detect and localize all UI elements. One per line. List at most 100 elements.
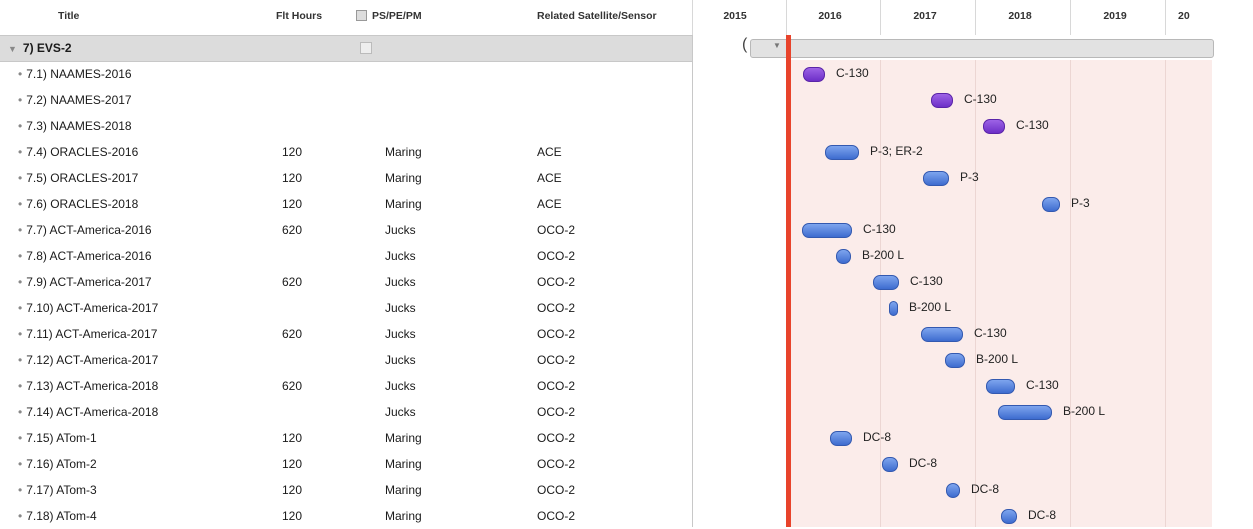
table-row[interactable]: • 7.17) ATom-3 120 Maring OCO-2 xyxy=(0,477,693,503)
row-title-text: 7.14) ACT-America-2018 xyxy=(26,405,159,419)
bullet-icon: • xyxy=(18,197,23,211)
row-flt-hours: 120 xyxy=(282,145,303,159)
table-row[interactable]: • 7.6) ORACLES-2018 120 Maring ACE xyxy=(0,191,693,217)
table-row[interactable]: • 7.1) NAAMES-2016 xyxy=(0,61,693,87)
row-title: • 7.9) ACT-America-2017 xyxy=(18,275,152,289)
gantt-bar[interactable] xyxy=(1001,509,1017,524)
group-row-evs2[interactable]: ▼ 7) EVS-2 xyxy=(0,35,693,62)
gantt-bar-label: B-200 L xyxy=(909,300,952,314)
gantt-bar[interactable] xyxy=(1042,197,1060,212)
gantt-bar[interactable] xyxy=(923,171,949,186)
gantt-bar[interactable] xyxy=(945,353,965,368)
table-row[interactable]: • 7.7) ACT-America-2016 620 Jucks OCO-2 xyxy=(0,217,693,243)
row-title-text: 7.16) ATom-2 xyxy=(26,457,97,471)
gantt-bar-label: DC-8 xyxy=(971,482,1000,496)
gantt-bar-label: P-3 xyxy=(1071,196,1090,210)
group-summary-bar[interactable] xyxy=(750,39,1214,58)
table-row[interactable]: • 7.2) NAAMES-2017 xyxy=(0,87,693,113)
column-header-flt-hours[interactable]: Flt Hours xyxy=(276,10,322,22)
table-row[interactable]: • 7.4) ORACLES-2016 120 Maring ACE xyxy=(0,139,693,165)
gantt-bar[interactable] xyxy=(873,275,899,290)
row-related-sensor: ACE xyxy=(537,197,562,211)
gantt-bar-label: DC-8 xyxy=(909,456,938,470)
row-title-text: 7.1) NAAMES-2016 xyxy=(26,67,132,81)
group-title: 7) EVS-2 xyxy=(22,41,72,55)
row-related-sensor: OCO-2 xyxy=(537,301,576,315)
gantt-bar[interactable] xyxy=(921,327,963,342)
row-title-text: 7.6) ORACLES-2018 xyxy=(26,197,139,211)
row-title-text: 7.5) ORACLES-2017 xyxy=(26,171,139,185)
table-row[interactable]: • 7.11) ACT-America-2017 620 Jucks OCO-2 xyxy=(0,321,693,347)
table-row[interactable]: • 7.18) ATom-4 120 Maring OCO-2 xyxy=(0,503,693,529)
gantt-bar[interactable] xyxy=(830,431,852,446)
column-header-ps[interactable]: PS/PE/PM xyxy=(372,10,422,22)
row-title: • 7.11) ACT-America-2017 xyxy=(18,327,157,341)
row-title: • 7.18) ATom-4 xyxy=(18,509,97,523)
gantt-bar[interactable] xyxy=(998,405,1052,420)
gantt-bar-label: C-130 xyxy=(910,274,943,288)
year-2017: 2017 xyxy=(913,10,937,22)
gantt-bar[interactable] xyxy=(983,119,1005,134)
row-ps: Jucks xyxy=(385,353,416,367)
table-row[interactable]: • 7.12) ACT-America-2017 Jucks OCO-2 xyxy=(0,347,693,373)
column-header-checkbox[interactable] xyxy=(356,10,367,21)
row-ps: Maring xyxy=(385,457,422,471)
row-title: • 7.4) ORACLES-2016 xyxy=(18,145,138,159)
row-related-sensor: OCO-2 xyxy=(537,353,576,367)
year-2015: 2015 xyxy=(723,10,747,22)
disclosure-triangle-icon[interactable]: ▼ xyxy=(8,44,17,54)
gantt-bar[interactable] xyxy=(802,223,852,238)
row-title-text: 7.17) ATom-3 xyxy=(26,483,97,497)
row-related-sensor: OCO-2 xyxy=(537,223,576,237)
row-title-text: 7.15) ATom-1 xyxy=(26,431,97,445)
row-flt-hours: 620 xyxy=(282,223,303,237)
row-flt-hours: 120 xyxy=(282,457,303,471)
gantt-bar[interactable] xyxy=(882,457,898,472)
row-ps: Maring xyxy=(385,145,422,159)
year-2019: 2019 xyxy=(1103,10,1127,22)
row-ps: Jucks xyxy=(385,223,416,237)
row-title: • 7.7) ACT-America-2016 xyxy=(18,223,152,237)
gantt-bar[interactable] xyxy=(803,67,825,82)
gantt-bar[interactable] xyxy=(836,249,851,264)
row-flt-hours: 620 xyxy=(282,327,303,341)
bullet-icon: • xyxy=(18,301,23,315)
gantt-bar[interactable] xyxy=(889,301,898,316)
column-header-related-sensor[interactable]: Related Satellite/Sensor xyxy=(537,10,657,22)
table-row[interactable]: • 7.8) ACT-America-2016 Jucks OCO-2 xyxy=(0,243,693,269)
year-2020: 20 xyxy=(1178,10,1190,22)
column-header-title[interactable]: Title xyxy=(58,10,79,22)
gantt-bar-label: B-200 L xyxy=(976,352,1019,366)
group-checkbox[interactable] xyxy=(360,42,372,54)
table-row[interactable]: • 7.5) ORACLES-2017 120 Maring ACE xyxy=(0,165,693,191)
gantt-bar-label: P-3 xyxy=(960,170,979,184)
table-row[interactable]: • 7.14) ACT-America-2018 Jucks OCO-2 xyxy=(0,399,693,425)
year-2016: 2016 xyxy=(818,10,842,22)
row-title-text: 7.18) ATom-4 xyxy=(26,509,97,523)
today-marker-line xyxy=(786,35,791,527)
gantt-bar[interactable] xyxy=(931,93,953,108)
row-related-sensor: ACE xyxy=(537,145,562,159)
row-title: • 7.1) NAAMES-2016 xyxy=(18,67,132,81)
gantt-bar[interactable] xyxy=(825,145,859,160)
table-row[interactable]: • 7.13) ACT-America-2018 620 Jucks OCO-2 xyxy=(0,373,693,399)
row-title: • 7.17) ATom-3 xyxy=(18,483,97,497)
bullet-icon: • xyxy=(18,405,23,419)
row-title: • 7.16) ATom-2 xyxy=(18,457,97,471)
table-row[interactable]: • 7.9) ACT-America-2017 620 Jucks OCO-2 xyxy=(0,269,693,295)
bullet-icon: • xyxy=(18,223,23,237)
row-ps: Maring xyxy=(385,509,422,523)
row-title-text: 7.4) ORACLES-2016 xyxy=(26,145,139,159)
row-ps: Maring xyxy=(385,431,422,445)
gantt-bar[interactable] xyxy=(946,483,960,498)
row-title: • 7.8) ACT-America-2016 xyxy=(18,249,152,263)
gantt-bar[interactable] xyxy=(986,379,1015,394)
summary-dropdown-icon[interactable]: ▼ xyxy=(773,41,781,50)
table-row[interactable]: • 7.15) ATom-1 120 Maring OCO-2 xyxy=(0,425,693,451)
row-related-sensor: ACE xyxy=(537,171,562,185)
row-related-sensor: OCO-2 xyxy=(537,483,576,497)
table-row[interactable]: • 7.3) NAAMES-2018 xyxy=(0,113,693,139)
table-row[interactable]: • 7.10) ACT-America-2017 Jucks OCO-2 xyxy=(0,295,693,321)
table-row[interactable]: • 7.16) ATom-2 120 Maring OCO-2 xyxy=(0,451,693,477)
row-related-sensor: OCO-2 xyxy=(537,457,576,471)
